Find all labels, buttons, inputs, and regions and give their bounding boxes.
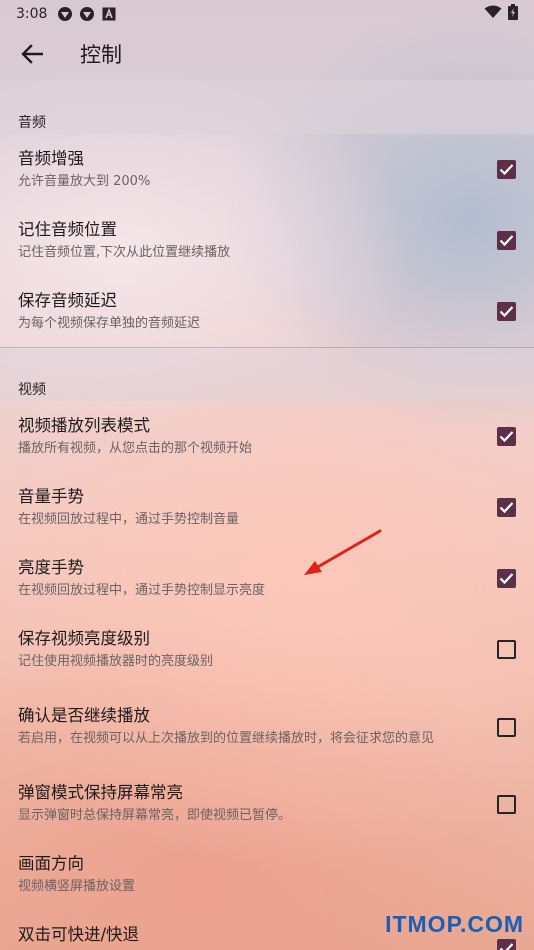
app-notification-icon (79, 6, 95, 22)
checkbox-unchecked[interactable] (496, 717, 516, 737)
checkbox[interactable] (486, 707, 526, 747)
pref-summary: 为每个视频保存单独的音频延迟 (18, 315, 201, 331)
pref-video-playlist-mode[interactable]: 视频播放列表模式 播放所有视频，从您点击的那个视频开始 (0, 401, 534, 472)
checkbox-checked[interactable] (496, 938, 516, 950)
app-bar: 控制 (0, 28, 534, 80)
pref-title: 亮度手势 (18, 557, 84, 577)
checkbox-checked[interactable] (496, 498, 516, 517)
checkbox[interactable] (486, 292, 526, 332)
pref-brightness-gesture[interactable]: 亮度手势 在视频回放过程中，通过手势控制显示亮度 (0, 543, 534, 614)
checkbox[interactable] (486, 559, 526, 599)
a-notification-icon (101, 6, 117, 22)
pref-summary: 播放所有视频，从您点击的那个视频开始 (18, 440, 253, 456)
checkbox[interactable] (486, 221, 526, 261)
pref-title: 保存视频亮度级别 (18, 628, 150, 648)
app-notification-icon (57, 6, 73, 22)
pref-title: 音量手势 (18, 486, 84, 506)
pref-title: 弹窗模式保持屏幕常亮 (18, 783, 183, 802)
checkbox-checked[interactable] (496, 160, 516, 179)
pref-title: 记住音频位置 (18, 219, 117, 239)
status-bar: 3:08 (0, 0, 534, 28)
pref-popup-keep-screen-on[interactable]: 弹窗模式保持屏幕常亮 显示弹窗时总保持屏幕常亮，即使视频已暂停。 (0, 769, 534, 839)
checkbox[interactable] (486, 150, 526, 190)
watermark: ITMOP.COM (385, 911, 524, 937)
checkbox-unchecked[interactable] (496, 794, 516, 814)
checkbox[interactable] (486, 784, 526, 824)
page-title: 控制 (80, 43, 122, 67)
pref-title: 画面方向 (18, 853, 84, 873)
pref-confirm-resume[interactable]: 确认是否继续播放 若启用，在视频可以从上次播放到的位置继续播放时，将会征求您的意… (0, 685, 534, 769)
wifi-icon (484, 5, 502, 23)
pref-summary: 在视频回放过程中，通过手势控制音量 (18, 511, 240, 527)
pref-summary: 视频横竖屏播放设置 (18, 878, 136, 894)
pref-audio-boost[interactable]: 音频增强 允许音量放大到 200% (0, 134, 534, 205)
status-time: 3:08 (16, 6, 48, 22)
pref-title: 确认是否继续播放 (18, 706, 150, 725)
checkbox-checked[interactable] (496, 302, 516, 321)
pref-volume-gesture[interactable]: 音量手势 在视频回放过程中，通过手势控制音量 (0, 472, 534, 543)
battery-charging-icon (508, 4, 518, 24)
notification-icons (57, 6, 117, 22)
section-header-video: 视频 (18, 382, 46, 398)
pref-title: 保存音频延迟 (18, 290, 117, 310)
checkbox-unchecked[interactable] (496, 640, 516, 659)
pref-summary: 记住音频位置,下次从此位置继续播放 (18, 244, 231, 260)
back-button[interactable] (0, 28, 64, 80)
pref-summary: 记住使用视频播放器时的亮度级别 (18, 653, 214, 669)
pref-save-brightness-level[interactable]: 保存视频亮度级别 记住使用视频播放器时的亮度级别 (0, 614, 534, 685)
pref-summary: 允许音量放大到 200% (18, 173, 151, 189)
pref-summary: 若启用，在视频可以从上次播放到的位置继续播放时，将会征求您的意见 (18, 731, 435, 746)
pref-summary: 在视频回放过程中，通过手势控制显示亮度 (18, 582, 266, 598)
arrow-back-icon (21, 44, 43, 64)
checkbox[interactable] (486, 417, 526, 457)
pref-screen-orientation[interactable]: 画面方向 视频横竖屏播放设置 (0, 839, 534, 910)
pref-title: 视频播放列表模式 (18, 415, 150, 435)
pref-save-audio-delay[interactable]: 保存音频延迟 为每个视频保存单独的音频延迟 (0, 276, 534, 347)
checkbox[interactable] (486, 630, 526, 670)
pref-title: 音频增强 (18, 148, 84, 168)
annotation-arrow-icon (304, 529, 382, 575)
section-header-audio: 音频 (18, 115, 46, 131)
checkbox-checked[interactable] (496, 427, 516, 446)
checkbox[interactable] (486, 488, 526, 528)
checkbox-checked[interactable] (496, 569, 516, 588)
pref-remember-audio-position[interactable]: 记住音频位置 记住音频位置,下次从此位置继续播放 (0, 205, 534, 276)
checkbox-checked[interactable] (496, 231, 516, 250)
pref-summary: 显示弹窗时总保持屏幕常亮，即使视频已暂停。 (18, 808, 292, 823)
